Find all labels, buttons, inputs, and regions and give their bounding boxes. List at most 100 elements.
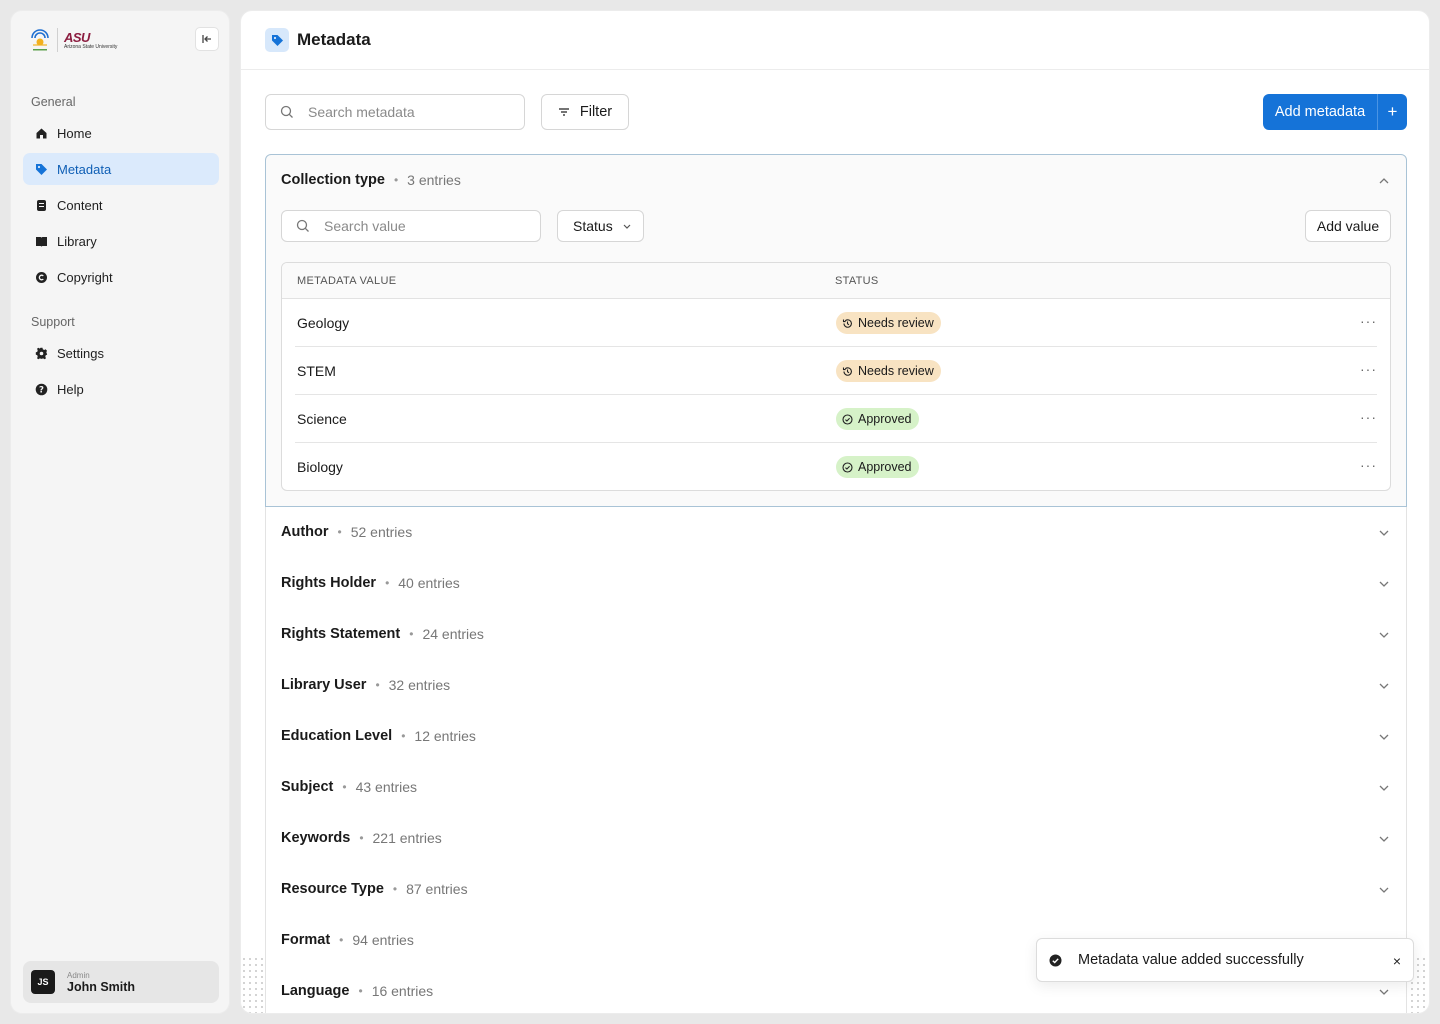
metadata-group-subject[interactable]: Subject • 43 entries [265,762,1407,814]
metadata-group-rights-holder[interactable]: Rights Holder • 40 entries [265,558,1407,610]
group-count: 52 entries [350,524,413,540]
search-metadata-input[interactable] [308,104,488,120]
nav-section-support: Support [31,315,75,329]
status-text: Approved [858,412,912,426]
status-badge: Needs review [836,312,941,334]
collapse-icon [202,35,211,43]
metadata-group-author[interactable]: Author • 52 entries [265,507,1407,559]
group-header[interactable]: Collection type • 3 entries [281,172,461,188]
chevron-down-icon[interactable] [1378,833,1390,845]
separator-dot: • [409,627,414,641]
sidebar-item-metadata[interactable]: Metadata [23,153,219,185]
table-header: METADATA VALUE STATUS [282,263,1390,299]
group-title: Rights Statement [281,626,401,642]
close-icon[interactable]: × [1393,953,1401,969]
sidebar-item-label: Copyright [57,269,113,285]
separator-dot: • [337,525,342,539]
chevron-down-icon[interactable] [1378,731,1390,743]
chevron-up-icon[interactable] [1378,175,1390,187]
separator-dot: • [393,173,399,187]
toast-message: Metadata value added successfully [1078,952,1304,968]
user-role: Admin [67,970,90,980]
status-text: Needs review [858,364,934,378]
more-options-icon[interactable]: ··· [1360,457,1377,473]
logo-divider [57,28,58,52]
status-dropdown-label: Status [573,218,613,234]
table-row[interactable]: Biology Approved ··· [295,443,1377,490]
group-title: Collection type [281,172,385,188]
group-title: Language [281,983,350,999]
sidebar-item-library[interactable]: Library [23,225,219,257]
group-count: 43 entries [355,779,418,795]
metadata-value: Biology [297,459,343,475]
status-dropdown[interactable]: Status [557,210,644,242]
history-icon [842,318,852,328]
column-header-status: STATUS [835,275,879,287]
table-row[interactable]: Science Approved ··· [295,395,1377,443]
collapse-sidebar-button[interactable] [195,27,219,51]
group-count: 12 entries [414,728,476,744]
book-icon [35,235,48,248]
plus-icon[interactable]: + [1378,102,1407,122]
group-title: Subject [281,779,334,795]
sidebar-item-home[interactable]: Home [23,117,219,149]
sidebar-item-help[interactable]: ? Help [23,373,219,405]
sidebar-item-content[interactable]: Content [23,189,219,221]
group-count: 24 entries [422,626,484,642]
filter-label: Filter [579,104,613,120]
group-title: Rights Holder [281,575,377,591]
group-title: Education Level [281,728,393,744]
metadata-group-library-user[interactable]: Library User • 32 entries [265,660,1407,712]
column-header-value: METADATA VALUE [297,275,397,287]
filter-button[interactable]: Filter [541,94,629,130]
tag-icon [35,163,48,176]
search-metadata-box[interactable] [265,94,525,130]
check-circle-icon [842,413,853,425]
chevron-down-icon[interactable] [1378,527,1390,539]
chevron-down-icon[interactable] [1378,986,1390,998]
group-count: 221 entries [372,830,442,846]
sidebar-item-label: Metadata [57,161,112,177]
separator-dot: • [342,780,347,794]
table-row[interactable]: STEM Needs review ··· [295,347,1377,395]
separator-dot: • [339,933,344,947]
more-options-icon[interactable]: ··· [1360,361,1377,377]
metadata-group-resource-type[interactable]: Resource Type • 87 entries [265,864,1407,916]
gear-icon [35,347,48,360]
help-icon: ? [35,383,48,396]
sidebar-item-label: Content [57,197,103,213]
search-value-input[interactable] [324,218,504,234]
home-icon [35,127,48,140]
more-options-icon[interactable]: ··· [1360,313,1377,329]
user-name: John Smith [67,979,136,994]
chevron-down-icon[interactable] [1378,629,1390,641]
sidebar-item-settings[interactable]: Settings [23,337,219,369]
more-options-icon[interactable]: ··· [1360,409,1377,425]
search-icon [296,219,309,232]
metadata-group-expanded: Collection type • 3 entries Status Add v… [265,154,1407,507]
nav-section-general: General [31,95,76,109]
add-metadata-button[interactable]: Add metadata + [1263,94,1407,130]
metadata-values-table: METADATA VALUE STATUS Geology Needs revi… [281,262,1391,491]
group-count: 40 entries [398,575,460,591]
chevron-down-icon[interactable] [1378,884,1390,896]
chevron-down-icon[interactable] [1378,680,1390,692]
search-value-box[interactable] [281,210,541,242]
table-row[interactable]: Geology Needs review ··· [295,299,1377,347]
sidebar-item-copyright[interactable]: Copyright [23,261,219,293]
chevron-down-icon[interactable] [1378,578,1390,590]
metadata-group-education-level[interactable]: Education Level • 12 entries [265,711,1407,763]
add-value-button[interactable]: Add value [1305,210,1391,242]
user-profile[interactable]: JS Admin John Smith [23,961,219,1003]
group-count: 32 entries [388,677,451,693]
separator-dot: • [385,576,390,590]
add-metadata-label: Add metadata [1274,104,1366,120]
chevron-down-icon[interactable] [1378,782,1390,794]
metadata-group-keywords[interactable]: Keywords • 221 entries [265,813,1407,865]
page-title: Metadata [297,30,371,49]
status-badge: Approved [836,456,919,478]
asu-logo: ASU Arizona State University [64,29,118,50]
metadata-group-rights-statement[interactable]: Rights Statement • 24 entries [265,609,1407,661]
status-text: Needs review [858,316,934,330]
history-icon [842,366,852,376]
